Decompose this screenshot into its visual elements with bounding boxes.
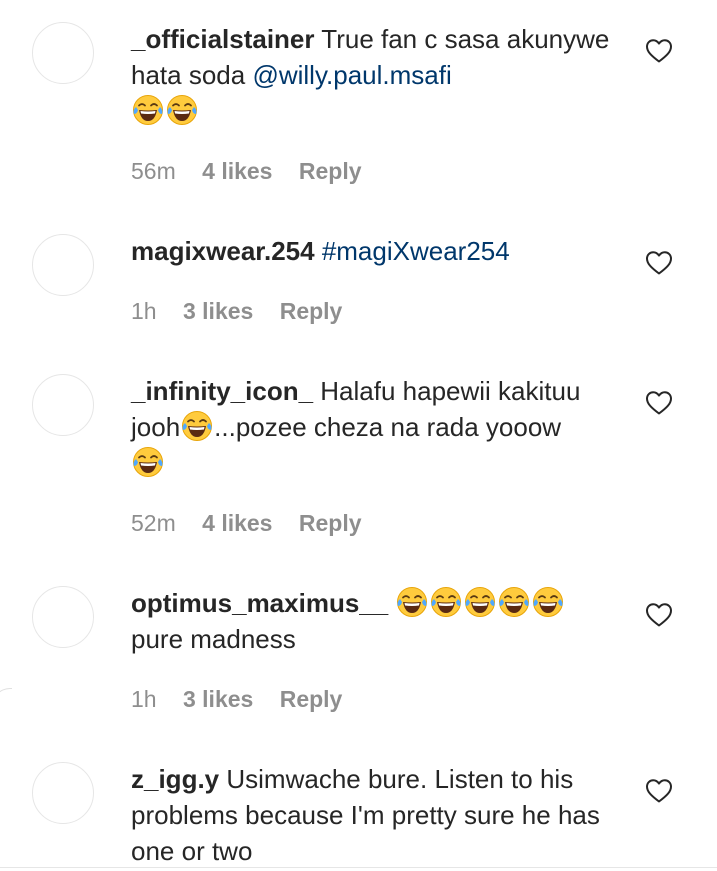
comment-body: pure madness <box>131 624 296 654</box>
laughing-emoji-icon <box>181 410 213 442</box>
laughing-emoji-icon <box>532 586 564 618</box>
mention-link[interactable]: @willy.paul.msafi <box>252 60 451 90</box>
laughing-emoji-icon <box>430 586 462 618</box>
comment-meta: 56m 4 likes Reply <box>131 156 382 186</box>
comment-username[interactable]: _infinity_icon_ <box>131 376 313 406</box>
reply-button[interactable]: Reply <box>280 686 343 712</box>
reply-button[interactable]: Reply <box>280 298 343 324</box>
comment-time: 1h <box>131 298 157 324</box>
avatar[interactable] <box>32 762 94 824</box>
laughing-emoji-icon <box>464 586 496 618</box>
likes-count[interactable]: 4 likes <box>202 158 272 184</box>
comment-text: magixwear.254 #magiXwear254 <box>131 233 626 269</box>
hashtag-link[interactable]: #magiXwear254 <box>322 236 510 266</box>
comment-meta: 1h 3 likes Reply <box>131 296 362 326</box>
comment-body-continued: ...pozee cheza na rada yooow <box>214 412 562 442</box>
avatar[interactable] <box>32 22 94 84</box>
laughing-emoji-icon <box>498 586 530 618</box>
reply-button[interactable]: Reply <box>299 510 362 536</box>
avatar[interactable] <box>32 586 94 648</box>
comment-time: 1h <box>131 686 157 712</box>
comment-text: optimus_maximus__ pure madness <box>131 585 626 657</box>
laughing-emoji-icon <box>396 586 428 618</box>
avatar[interactable] <box>32 374 94 436</box>
heart-icon[interactable] <box>645 250 673 276</box>
comment-text: _officialstainer True fan c sasa akunywe… <box>131 21 626 129</box>
bottom-divider <box>0 867 717 868</box>
comment-username[interactable]: _officialstainer <box>131 24 315 54</box>
likes-count[interactable]: 4 likes <box>202 510 272 536</box>
likes-count[interactable]: 3 likes <box>183 298 253 324</box>
comment-time: 56m <box>131 158 176 184</box>
comment-text: z_igg.y Usimwache bure. Listen to his pr… <box>131 761 626 869</box>
panel-edge <box>0 688 12 871</box>
heart-icon[interactable] <box>645 602 673 628</box>
comment-username[interactable]: magixwear.254 <box>131 236 315 266</box>
laughing-emoji-icon <box>132 94 164 126</box>
comment-meta: 1h 3 likes Reply <box>131 684 362 714</box>
likes-count[interactable]: 3 likes <box>183 686 253 712</box>
comment-meta: 52m 4 likes Reply <box>131 508 382 538</box>
comment-username[interactable]: z_igg.y <box>131 764 219 794</box>
heart-icon[interactable] <box>645 38 673 64</box>
comment-username[interactable]: optimus_maximus__ <box>131 588 388 618</box>
avatar[interactable] <box>32 234 94 296</box>
laughing-emoji-icon <box>166 94 198 126</box>
laughing-emoji-icon <box>132 446 164 478</box>
comment-time: 52m <box>131 510 176 536</box>
comment-text: _infinity_icon_ Halafu hapewii kakituu j… <box>131 373 626 481</box>
reply-button[interactable]: Reply <box>299 158 362 184</box>
heart-icon[interactable] <box>645 390 673 416</box>
heart-icon[interactable] <box>645 778 673 804</box>
